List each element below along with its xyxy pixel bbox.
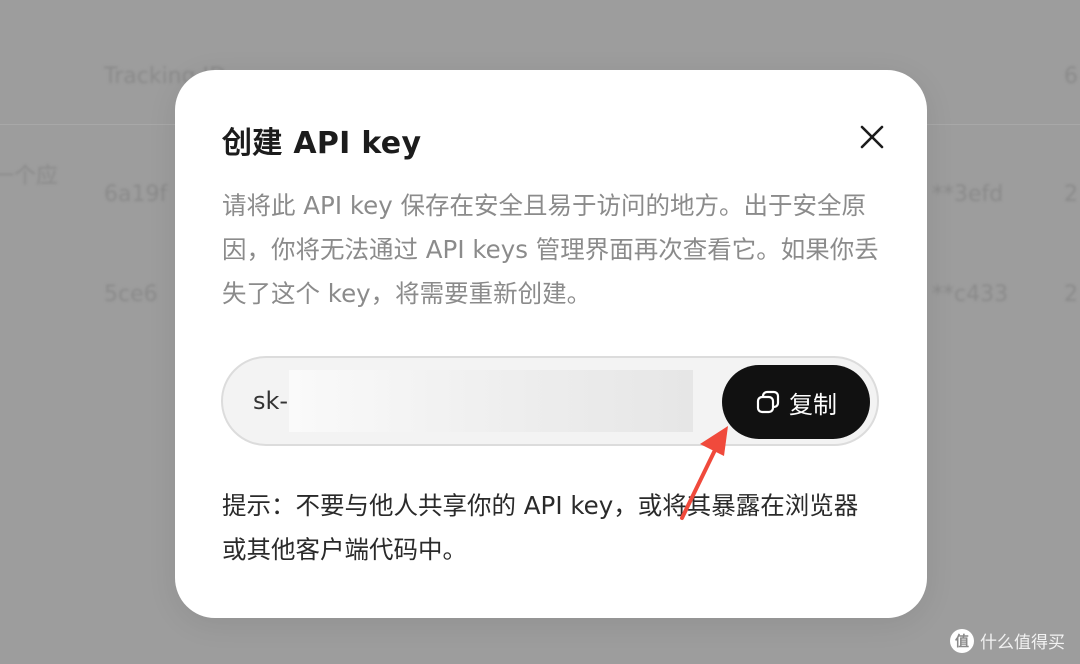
table-row-id: 5ce6 <box>104 282 158 307</box>
copy-button[interactable]: 复制 <box>722 365 870 439</box>
api-key-field: sk- 复制 <box>221 356 879 446</box>
table-row-key: **c433 <box>932 282 1009 307</box>
column-header-extra: 6 <box>1064 64 1078 89</box>
close-button[interactable] <box>855 120 889 154</box>
dialog-description: 请将此 API key 保存在安全且易于访问的地方。出于安全原因，你将无法通过 … <box>222 191 879 308</box>
table-row-extra: 2 <box>1064 182 1078 207</box>
table-row-key: **3efd <box>932 182 1004 207</box>
watermark-text: 什么值得买 <box>980 633 1065 653</box>
api-key-redaction <box>289 370 693 432</box>
close-icon <box>860 125 884 149</box>
row-label: 一个应 <box>0 164 59 189</box>
watermark: 值 什么值得买 <box>950 628 1065 653</box>
table-row-extra: 2 <box>1064 282 1078 307</box>
copy-button-label: 复制 <box>789 390 837 419</box>
watermark-logo: 值 <box>950 628 974 653</box>
copy-icon <box>756 390 780 414</box>
api-key-value[interactable]: sk- <box>253 387 288 415</box>
create-api-key-dialog: 创建 API key 请将此 API key 保存在安全且易于访问的地方。出于安… <box>175 70 927 618</box>
dialog-title: 创建 API key <box>222 126 422 161</box>
table-row-id: 6a19f <box>104 182 168 207</box>
security-hint: 提示：不要与他人共享你的 API key，或将其暴露在浏览器或其他客户端代码中。 <box>222 491 859 564</box>
